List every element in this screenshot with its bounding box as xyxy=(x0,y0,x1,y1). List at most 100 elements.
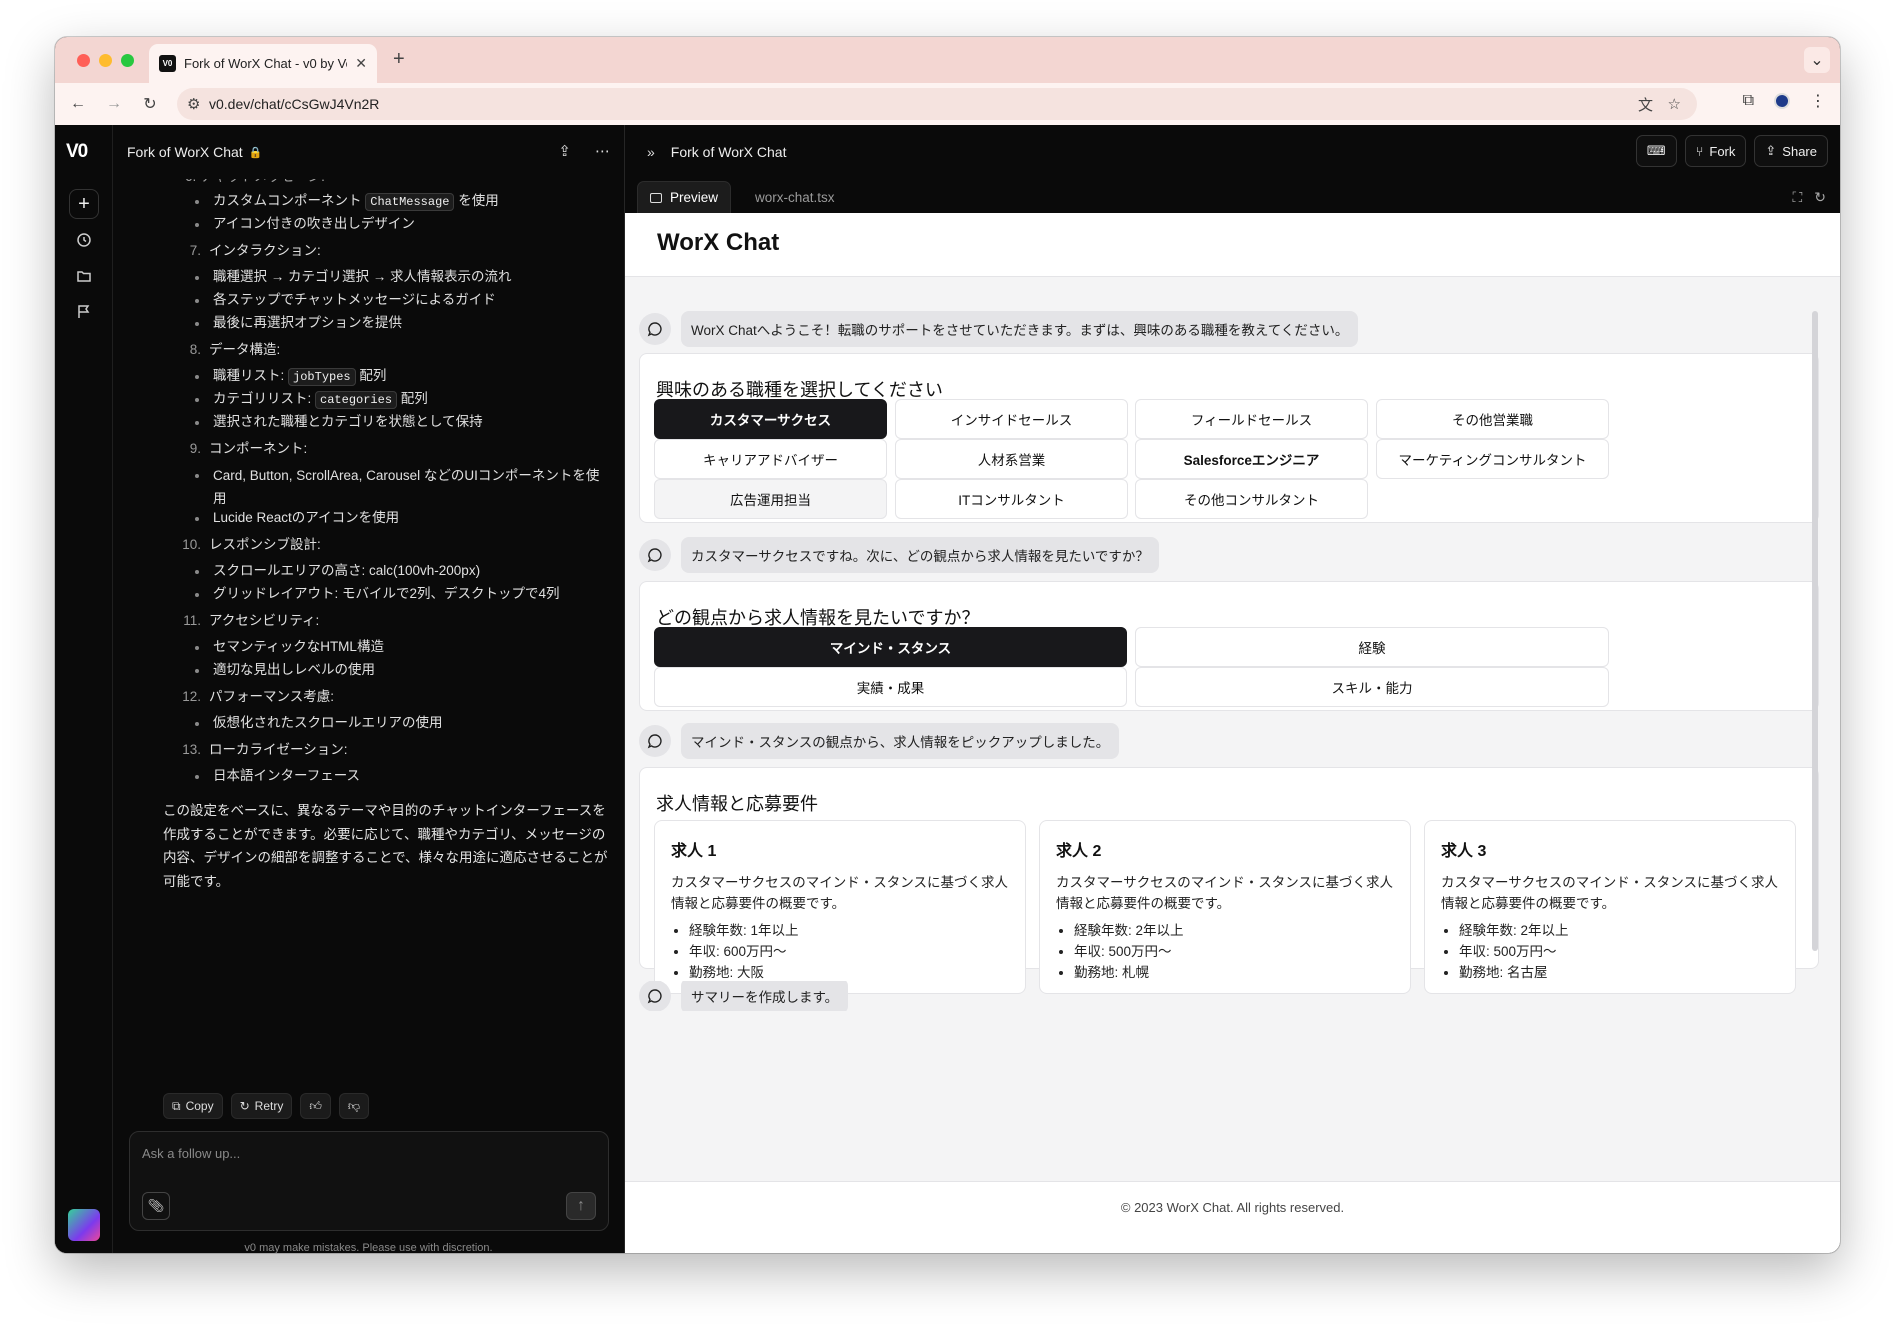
fork-icon: ⑂ xyxy=(1695,143,1704,159)
list-item: 各ステップでチャットメッセージによるガイド xyxy=(195,290,603,310)
browser-extensions: ⧉ ⋮ xyxy=(1743,91,1826,111)
fork-button[interactable]: ⑂ Fork xyxy=(1684,135,1747,167)
job-option[interactable]: その他コンサルタント xyxy=(1135,479,1368,519)
v0-logo[interactable]: V0 xyxy=(66,141,88,163)
preview-tools: ⛶ ↻ xyxy=(1792,189,1826,206)
app-header: WorX Chat xyxy=(625,213,1840,277)
follow-up-composer[interactable]: Ask a follow up... 📎︎ ↑ xyxy=(129,1131,609,1231)
attach-paperclip-icon[interactable]: 📎︎ xyxy=(142,1192,170,1220)
fullscreen-icon[interactable]: ⛶ xyxy=(1792,189,1802,206)
address-bar[interactable]: ⚙ v0.dev/chat/cCsGwJ4Vn2R 文 ☆ xyxy=(177,88,1697,120)
category-option[interactable]: マインド・スタンス xyxy=(654,627,1127,667)
translate-icon[interactable]: 文 xyxy=(1638,94,1653,115)
preview-tabs: Preview worx-chat.tsx xyxy=(637,181,847,213)
thumbs-down-button[interactable]: 👎︎ xyxy=(338,1093,370,1119)
v0-app: V0 + Fork of WorX Chat 🔒 ⇪ ⋯ カスタムコンポーネント… xyxy=(55,125,1840,1253)
list-heading-9: 9. コンポーネント: xyxy=(189,441,308,456)
new-chat-button[interactable]: + xyxy=(69,189,99,219)
list-heading-6: 6. チャットメッセージ: xyxy=(185,179,325,187)
job-option[interactable]: フィールドセールス xyxy=(1135,399,1368,439)
job-listing[interactable]: 求人 1 カスタマーサクセスのマインド・スタンスに基づく求人情報と応募要件の概要… xyxy=(654,820,1026,994)
maximize-window-button[interactable] xyxy=(121,53,134,67)
copy-button[interactable]: ⧉ Copy xyxy=(163,1093,223,1119)
chat-scroll-area[interactable]: WorX Chatへようこそ！転職のサポートをさせていただきます。まずは、興味の… xyxy=(639,311,1829,1171)
chat-title[interactable]: Fork of WorX Chat xyxy=(127,144,243,160)
close-window-button[interactable] xyxy=(77,53,90,67)
preview-panel: » Fork of WorX Chat ⌨ ⑂ Fork ⇪ Share Previ… xyxy=(625,125,1840,1253)
job-listing[interactable]: 求人 3 カスタマーサクセスのマインド・スタンスに基づく求人情報と応募要件の概要… xyxy=(1424,820,1796,994)
reload-icon[interactable]: ↻ xyxy=(137,94,163,114)
thumbs-up-button[interactable]: 👍︎ xyxy=(300,1093,331,1119)
assistant-message: 6. チャットメッセージ: カスタムコンポーネント ChatMessage を使… xyxy=(113,179,624,969)
job-option[interactable]: インサイドセールス xyxy=(895,399,1128,439)
list-item: セマンティックなHTML構造 xyxy=(195,637,603,657)
summary-paragraph: この設定をベースに、異なるテーマや目的のチャットインターフェースを作成することが… xyxy=(163,803,608,889)
message-circle-icon xyxy=(639,725,671,757)
browser-tab[interactable]: V0 Fork of WorX Chat - v0 by Ve ✕ xyxy=(149,44,377,83)
tab-preview[interactable]: Preview xyxy=(637,181,732,213)
message-bubble: WorX Chatへようこそ！転職のサポートをさせていただきます。まずは、興味の… xyxy=(681,311,1359,347)
history-icon[interactable] xyxy=(69,225,99,255)
back-arrow-icon[interactable]: ← xyxy=(65,95,91,113)
share-button[interactable]: ⇪ Share xyxy=(1754,135,1828,167)
preview-header: » Fork of WorX Chat ⌨ ⑂ Fork ⇪ Share xyxy=(625,125,1840,179)
copy-icon: ⧉ xyxy=(172,1098,181,1113)
refresh-icon[interactable]: ↻ xyxy=(1814,189,1826,206)
job-option[interactable]: マーケティングコンサルタント xyxy=(1376,439,1609,479)
left-rail: V0 + xyxy=(55,125,113,1253)
folder-icon[interactable] xyxy=(69,261,99,291)
list-item: 選択された職種とカテゴリを状態として保持 xyxy=(195,412,603,432)
job-option[interactable]: キャリアアドバイザー xyxy=(654,439,887,479)
retry-button[interactable]: ↻ Retry xyxy=(230,1093,293,1119)
app-footer: © 2023 WorX Chat. All rights reserved. xyxy=(625,1181,1840,1253)
job-title: 求人 1 xyxy=(671,843,717,860)
job-title: 求人 3 xyxy=(1441,843,1487,860)
card-title: 求人情報と応募要件 xyxy=(656,794,818,814)
close-tab-icon[interactable]: ✕ xyxy=(355,55,367,72)
list-heading-10: 10. レスポンシブ設計: xyxy=(182,537,321,552)
new-tab-button[interactable]: + xyxy=(393,48,405,71)
vertical-scrollbar[interactable] xyxy=(1812,311,1818,951)
job-description: カスタマーサクセスのマインド・スタンスに基づく求人情報と応募要件の概要です。 xyxy=(1056,875,1393,911)
flag-icon[interactable] xyxy=(69,297,99,327)
job-option[interactable]: 人材系営業 xyxy=(895,439,1128,479)
profile-icon[interactable] xyxy=(1774,93,1790,109)
minimize-window-button[interactable] xyxy=(99,53,112,67)
inline-code: ChatMessage xyxy=(365,193,455,211)
category-option[interactable]: 経験 xyxy=(1135,627,1609,667)
job-option[interactable]: 広告運用担当 xyxy=(654,479,887,519)
tab-search-chevron-icon[interactable]: ⌄ xyxy=(1804,47,1830,73)
forward-arrow-icon[interactable]: → xyxy=(101,95,127,113)
bookmark-star-icon[interactable]: ☆ xyxy=(1668,95,1681,113)
app-title: WorX Chat xyxy=(657,229,780,256)
terminal-button[interactable]: ⌨ xyxy=(1635,135,1677,167)
message-actions: ⧉ Copy ↻ Retry 👍︎ 👎︎ xyxy=(163,1093,370,1119)
list-item: 職種選択 → カテゴリ選択 → 求人情報表示の流れ xyxy=(195,267,603,287)
more-menu-icon[interactable]: ⋮ xyxy=(1810,91,1826,111)
thumbs-up-icon: 👍︎ xyxy=(309,1098,322,1113)
bot-message: カスタマーサクセスですね。次に、どの観点から求人情報を見たいですか？ xyxy=(639,537,1159,573)
category-option[interactable]: 実績・成果 xyxy=(654,667,1127,707)
job-option[interactable]: その他営業職 xyxy=(1376,399,1609,439)
tab-code-file[interactable]: worx-chat.tsx xyxy=(743,181,847,213)
chat-header: Fork of WorX Chat 🔒 ⇪ ⋯ xyxy=(113,125,624,179)
job-requirements: 経験年数: 2年以上 年収: 500万円〜 勤務地: 札幌 xyxy=(1074,921,1394,984)
job-option[interactable]: カスタマーサクセス xyxy=(654,399,887,439)
list-item: Card, Button, ScrollArea, Carousel などのUI… xyxy=(195,465,608,511)
tab-title: Fork of WorX Chat - v0 by Ve xyxy=(184,56,348,71)
list-item: 最後に再選択オプションを提供 xyxy=(195,313,603,333)
job-option[interactable]: Salesforceエンジニア xyxy=(1135,439,1368,479)
send-arrow-icon[interactable]: ↑ xyxy=(566,1192,596,1220)
site-settings-icon[interactable]: ⚙ xyxy=(187,95,200,113)
extensions-puzzle-icon[interactable]: ⧉ xyxy=(1743,92,1754,110)
category-option[interactable]: スキル・能力 xyxy=(1135,667,1609,707)
job-listing[interactable]: 求人 2 カスタマーサクセスのマインド・スタンスに基づく求人情報と応募要件の概要… xyxy=(1039,820,1411,994)
user-avatar[interactable] xyxy=(68,1209,100,1241)
disclaimer: v0 may make mistakes. Please use with di… xyxy=(244,1242,493,1253)
chat-panel: Fork of WorX Chat 🔒 ⇪ ⋯ 6. チャットメッセージ: カス… xyxy=(113,125,625,1253)
collapse-chevrons-icon[interactable]: » xyxy=(647,144,655,160)
job-option[interactable]: ITコンサルタント xyxy=(895,479,1128,519)
share-upload-icon[interactable]: ⇪ xyxy=(558,142,571,160)
more-options-icon[interactable]: ⋯ xyxy=(595,142,610,160)
browser-window: V0 Fork of WorX Chat - v0 by Ve ✕ + ⌄ ← … xyxy=(55,37,1840,1253)
